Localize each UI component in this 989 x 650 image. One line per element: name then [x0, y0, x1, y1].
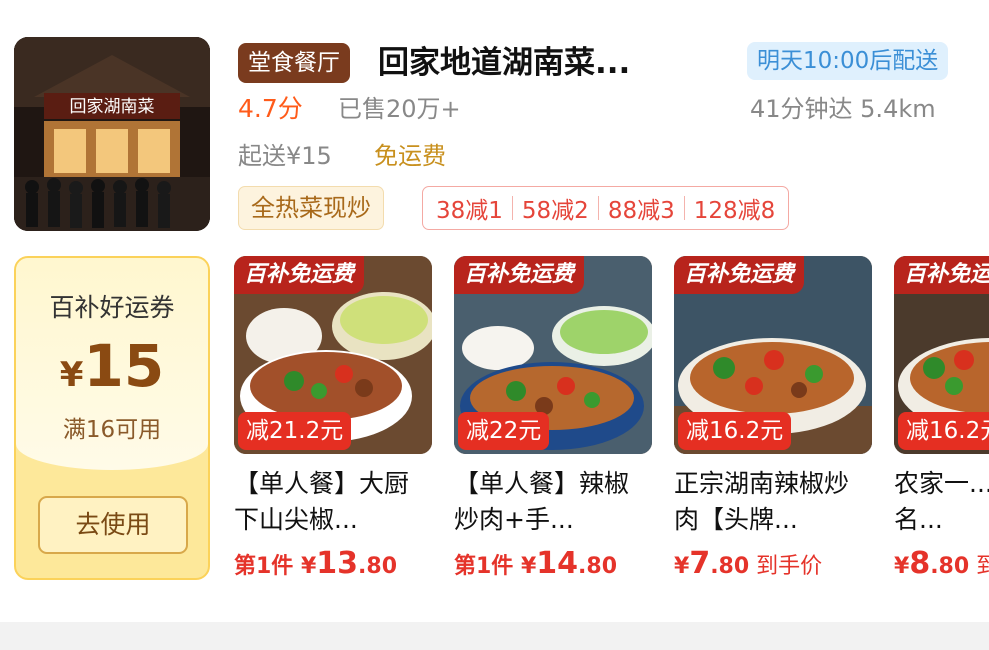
- price-decimal: .80: [930, 554, 970, 579]
- price-decimal: .80: [578, 554, 618, 579]
- coupon-value: 15: [83, 332, 165, 400]
- store-name[interactable]: 回家地道湖南菜...: [378, 40, 718, 86]
- discount-list: 38减1 58减2 88减3 128减8: [422, 186, 790, 230]
- price-decimal: .80: [358, 554, 398, 579]
- price-currency: ¥: [520, 554, 537, 579]
- free-shipping: 免运费: [374, 142, 446, 170]
- price-integer: 7: [689, 546, 711, 581]
- dish-name: 农家一...【湖湘名...: [894, 469, 989, 534]
- discount-item: 38减1: [436, 198, 503, 224]
- store-rating: 4.7分: [238, 94, 303, 123]
- price-decimal: .80: [710, 554, 750, 579]
- price-suffix: 到手价: [749, 554, 823, 579]
- price-currency: ¥: [300, 554, 317, 579]
- price-prefix: 第1件: [234, 554, 301, 579]
- coupon-amount: ¥15: [16, 332, 208, 400]
- discount-item: 88减3: [607, 198, 675, 224]
- promo-badge: 百补免运费: [894, 256, 989, 294]
- dish-name: 【单人餐】大厨下山尖椒...: [234, 469, 410, 534]
- price-suffix: 到手价: [976, 554, 989, 579]
- dish-name: 【单人餐】辣椒炒肉+手...: [454, 469, 630, 534]
- sales-count: 已售20万+: [338, 95, 461, 123]
- dish-card[interactable]: 百补免运费 减16.2元 农家一...【湖湘名... ¥8.80 到手价: [894, 256, 989, 581]
- coupon-card[interactable]: 百补好运券 ¥15 满16可用 去使用: [14, 256, 210, 580]
- dish-image[interactable]: 百补免运费 减22元: [454, 256, 652, 454]
- delivery-eta-distance: 41分钟达 5.4km: [750, 95, 936, 123]
- discount-amount-tag: 减22元: [458, 412, 550, 450]
- dish-price: 第1件 ¥14.80: [454, 546, 652, 581]
- use-coupon-button[interactable]: 去使用: [38, 496, 188, 554]
- promo-badge: 百补免运费: [234, 256, 365, 294]
- price-currency: ¥: [894, 554, 910, 579]
- dish-price: 第1件 ¥13.80: [234, 546, 432, 581]
- dish-name: 正宗湖南辣椒炒肉【头牌...: [674, 469, 850, 534]
- coupon-condition: 满16可用: [62, 417, 162, 443]
- discount-amount-tag: 减16.2元: [678, 412, 792, 450]
- coupon-title: 百补好运券: [49, 293, 175, 322]
- dish-image[interactable]: 百补免运费 减21.2元: [234, 256, 432, 454]
- dish-card[interactable]: 百补免运费 减22元 【单人餐】辣椒炒肉+手... 第1件 ¥14.80: [454, 256, 652, 581]
- price-integer: 8: [909, 546, 931, 581]
- dine-in-tag: 堂食餐厅: [238, 43, 350, 83]
- promo-badge: 百补免运费: [454, 256, 585, 294]
- price-prefix: 第1件: [454, 554, 521, 579]
- dish-price: ¥7.80 到手价: [674, 546, 872, 581]
- dish-card[interactable]: 百补免运费 减21.2元 【单人餐】大厨下山尖椒... 第1件 ¥13.80: [234, 256, 432, 581]
- discount-amount-tag: 减21.2元: [238, 412, 352, 450]
- min-order: 起送¥15: [238, 142, 332, 170]
- feature-tag: 全热菜现炒: [238, 186, 384, 230]
- price-integer: 14: [536, 546, 579, 581]
- discount-item: 128减8: [693, 198, 776, 224]
- price-integer: 13: [316, 546, 359, 581]
- discount-amount-tag: 减16.2元: [898, 412, 989, 450]
- store-sign: 回家湖南菜: [70, 97, 155, 117]
- coupon-currency: ¥: [59, 355, 84, 395]
- delivery-time-tag: 明天10:00后配送: [747, 42, 949, 80]
- dish-price: ¥8.80 到手价: [894, 546, 989, 581]
- store-card[interactable]: 回家湖南菜 堂食餐厅 回家地道湖南菜... 明天10:00后配送 4.7分 已售…: [0, 0, 989, 622]
- store-image[interactable]: 回家湖南菜: [14, 37, 210, 231]
- price-currency: ¥: [674, 554, 690, 579]
- dish-image[interactable]: 百补免运费 减16.2元: [674, 256, 872, 454]
- dish-image[interactable]: 百补免运费 减16.2元: [894, 256, 989, 454]
- discount-item: 58减2: [521, 198, 589, 224]
- card-divider: [0, 622, 989, 650]
- promo-badge: 百补免运费: [674, 256, 805, 294]
- dish-card[interactable]: 百补免运费 减16.2元 正宗湖南辣椒炒肉【头牌... ¥7.80 到手价: [674, 256, 872, 581]
